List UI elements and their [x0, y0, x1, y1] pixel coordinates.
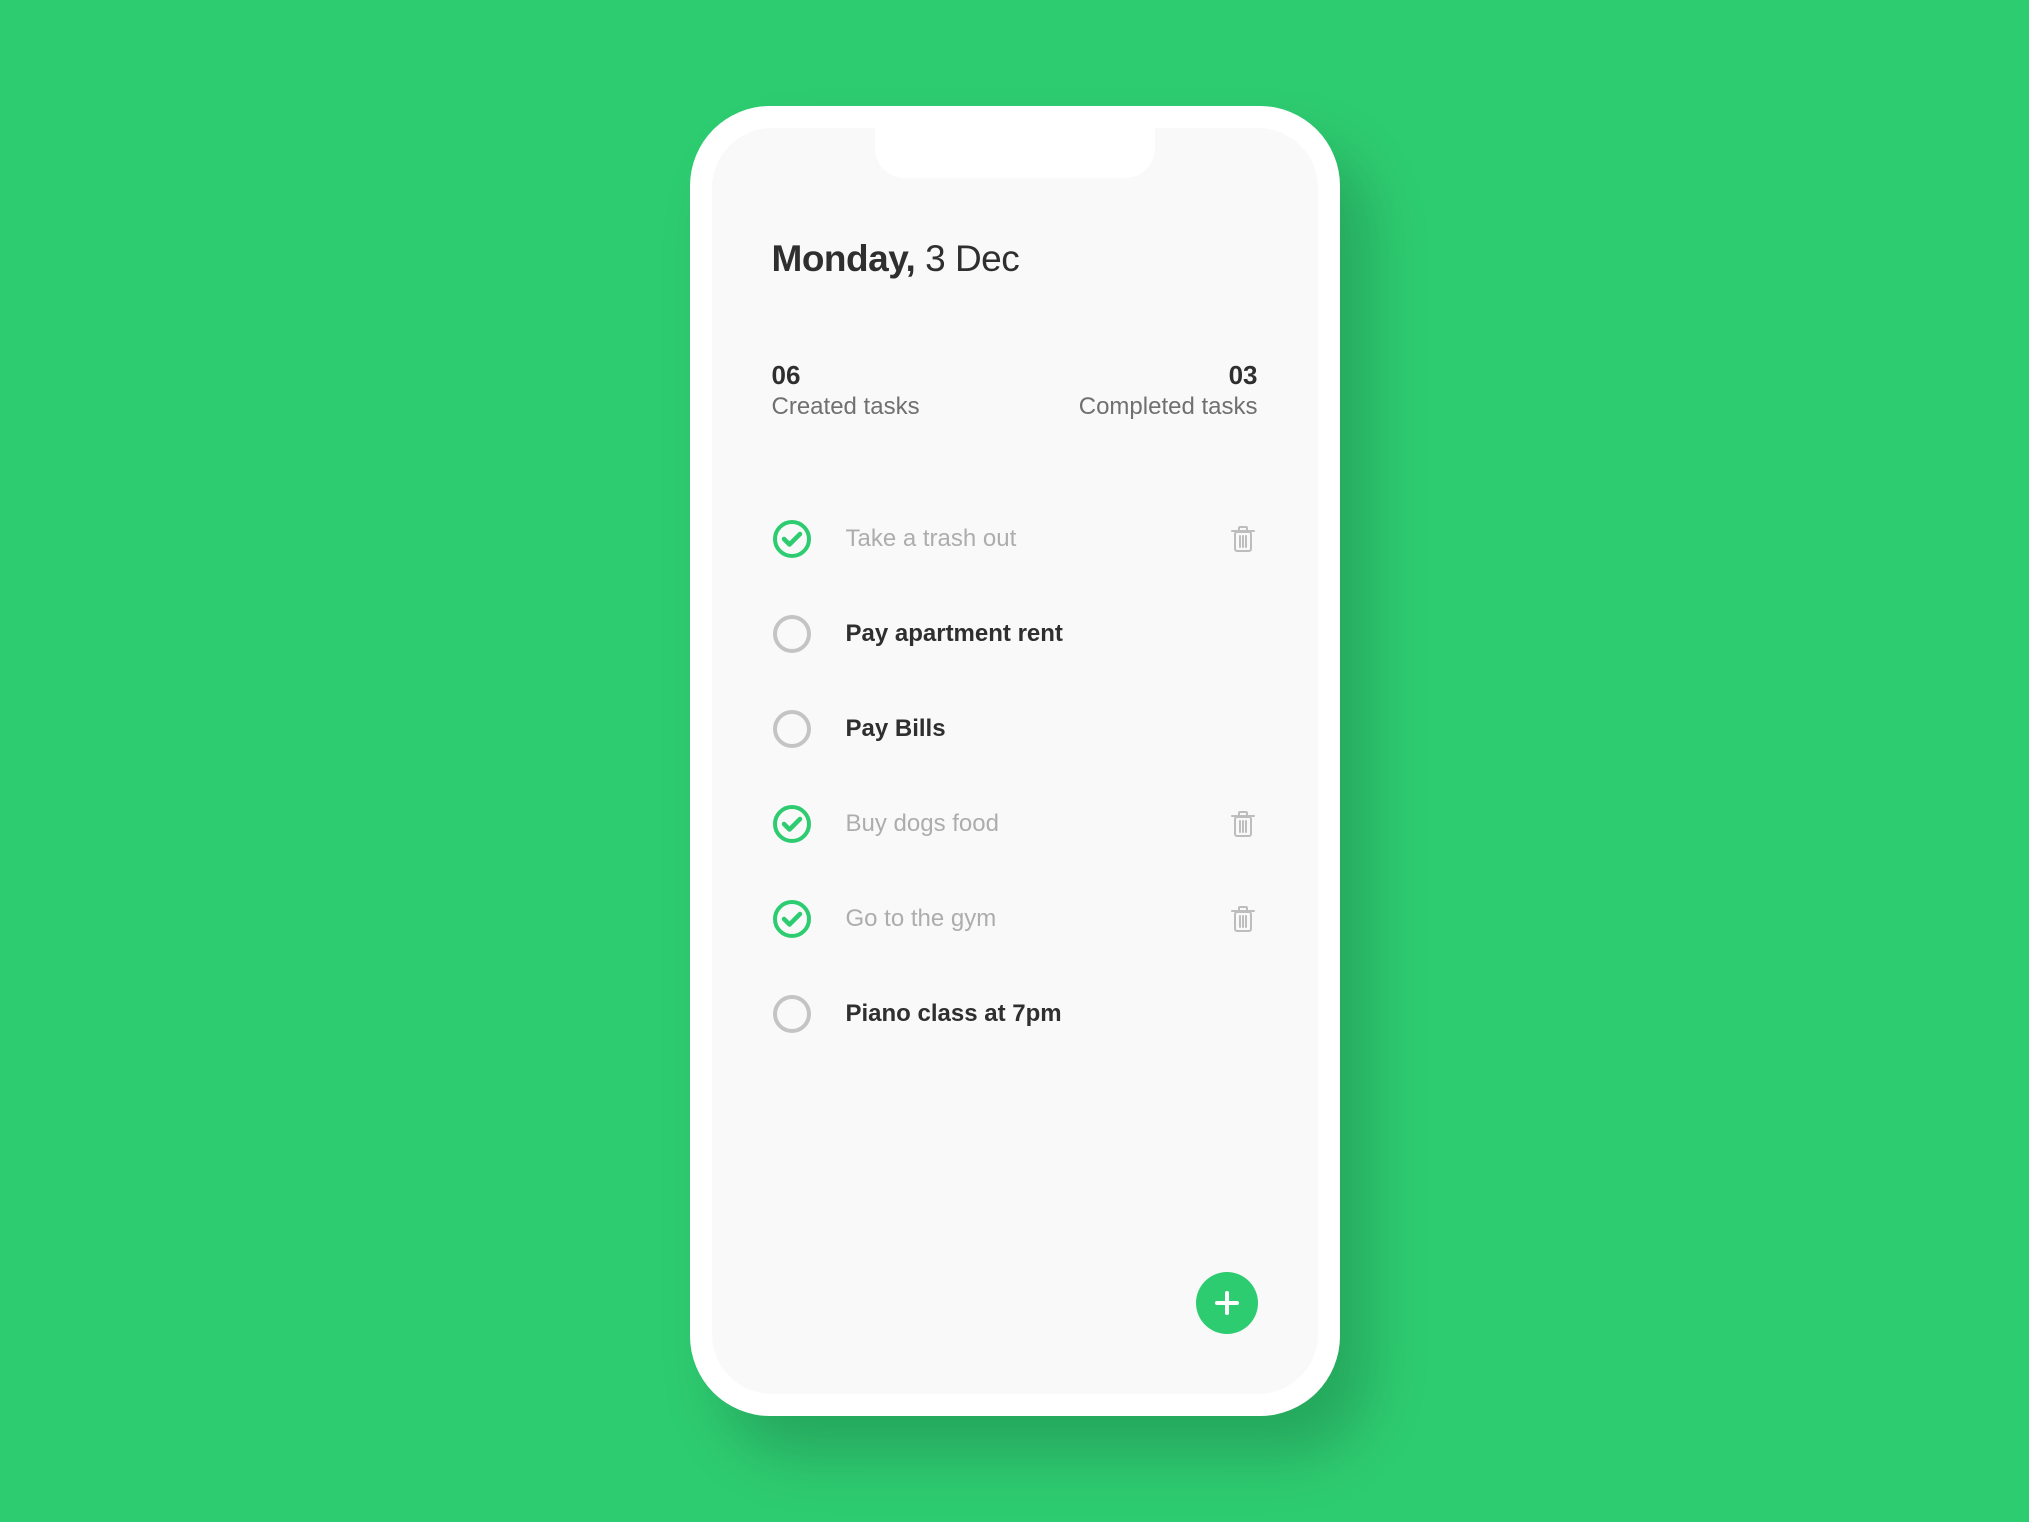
- task-title: Pay Bills: [846, 715, 1228, 743]
- trash-placeholder: [1228, 714, 1258, 744]
- add-task-button[interactable]: [1196, 1272, 1258, 1334]
- trash-placeholder: [1228, 619, 1258, 649]
- task-row[interactable]: Pay Bills: [772, 681, 1258, 776]
- completed-count: 03: [1079, 360, 1258, 391]
- trash-icon[interactable]: [1228, 904, 1258, 934]
- phone-notch: [875, 128, 1155, 178]
- stats-row: 06 Created tasks 03 Completed tasks: [772, 360, 1258, 421]
- created-count: 06: [772, 360, 920, 391]
- created-tasks-stat: 06 Created tasks: [772, 360, 920, 421]
- trash-placeholder: [1228, 999, 1258, 1029]
- trash-icon[interactable]: [1228, 809, 1258, 839]
- checkbox-checked-icon[interactable]: [772, 899, 812, 939]
- checkbox-empty-icon[interactable]: [772, 994, 812, 1034]
- header-date: 3 Dec: [915, 238, 1019, 279]
- header-day: Monday,: [772, 238, 916, 279]
- date-header: Monday, 3 Dec: [772, 238, 1258, 280]
- screen: Monday, 3 Dec 06 Created tasks 03 Comple…: [712, 128, 1318, 1394]
- task-title: Take a trash out: [846, 525, 1228, 553]
- task-row[interactable]: Take a trash out: [772, 491, 1258, 586]
- task-list: Take a trash out Pay apartment rent Pay …: [772, 491, 1258, 1061]
- checkbox-checked-icon[interactable]: [772, 519, 812, 559]
- checkbox-checked-icon[interactable]: [772, 804, 812, 844]
- created-label: Created tasks: [772, 393, 920, 421]
- plus-icon: [1214, 1290, 1240, 1316]
- phone-frame: Monday, 3 Dec 06 Created tasks 03 Comple…: [690, 106, 1340, 1416]
- task-row[interactable]: Piano class at 7pm: [772, 966, 1258, 1061]
- trash-icon[interactable]: [1228, 524, 1258, 554]
- task-row[interactable]: Pay apartment rent: [772, 586, 1258, 681]
- task-row[interactable]: Buy dogs food: [772, 776, 1258, 871]
- task-row[interactable]: Go to the gym: [772, 871, 1258, 966]
- task-title: Pay apartment rent: [846, 620, 1228, 648]
- task-title: Piano class at 7pm: [846, 1000, 1228, 1028]
- checkbox-empty-icon[interactable]: [772, 614, 812, 654]
- task-title: Buy dogs food: [846, 810, 1228, 838]
- completed-tasks-stat: 03 Completed tasks: [1079, 360, 1258, 421]
- task-title: Go to the gym: [846, 905, 1228, 933]
- checkbox-empty-icon[interactable]: [772, 709, 812, 749]
- completed-label: Completed tasks: [1079, 393, 1258, 421]
